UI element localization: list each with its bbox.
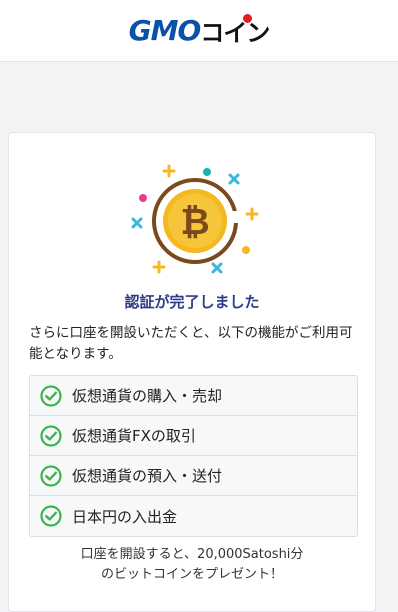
check-circle-icon <box>40 424 62 447</box>
feature-item-deposit-send: 仮想通貨の預入・送付 <box>30 456 357 496</box>
feature-item-buy-sell: 仮想通貨の購入・売却 <box>30 376 357 416</box>
logo-gmo-text: GMO <box>128 14 202 47</box>
check-circle-icon <box>40 384 62 407</box>
bonus-line-2: のビットコインをプレゼント！ <box>100 567 283 582</box>
logo-coin-text: コイン <box>200 13 270 48</box>
feature-item-fx: 仮想通貨FXの取引 <box>30 416 357 456</box>
check-circle-icon <box>40 505 62 527</box>
feature-item-jpy-transfer: 日本円の入出金 <box>30 496 357 536</box>
feature-label: 仮想通貨の購入・売却 <box>72 387 223 405</box>
account-open-description: さらに口座を開設いただくと、以下の機能がご利用可能となります。 <box>29 325 353 362</box>
app-header: GMO コイン <box>0 0 398 62</box>
feature-label: 仮想通貨FXの取引 <box>72 427 196 445</box>
feature-label: 日本円の入出金 <box>72 507 178 526</box>
satoshi-bonus-note: 口座を開設すると、20,000Satoshi分 のビットコインをプレゼント！ <box>9 545 375 585</box>
feature-label: 仮想通貨の預入・送付 <box>72 467 223 485</box>
bonus-line-1: 口座を開設すると、20,000Satoshi分 <box>80 547 304 562</box>
gmo-coin-logo: GMO コイン <box>129 13 270 48</box>
check-circle-icon <box>40 464 62 487</box>
verification-complete-title: 認証が完了しました <box>124 293 260 311</box>
verification-complete-card: ₿ 認証が完了しました さらに口座を開設いただくと、以下の機能がご利用可能となり… <box>8 132 376 612</box>
logo-coin-label: コイン <box>200 19 270 47</box>
feature-list: 仮想通貨の購入・売却 仮想通貨FXの取引 仮想通貨の預入・送付 日本円の入出金 <box>29 375 358 537</box>
bitcoin-coin-icon: ₿ <box>131 164 259 274</box>
svg-text:₿: ₿ <box>180 202 209 243</box>
